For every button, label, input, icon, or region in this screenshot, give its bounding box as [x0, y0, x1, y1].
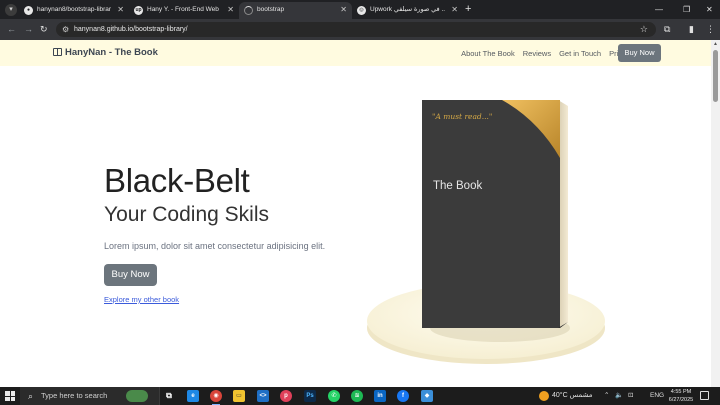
- app-icon[interactable]: p: [280, 390, 292, 402]
- tab-title: Hany Y. - Front-End Web Develo: [147, 2, 221, 18]
- hero-text: Lorem ipsum, dolor sit amet consectetur …: [104, 241, 325, 251]
- chrome-icon[interactable]: ◉: [210, 390, 222, 402]
- hero-title: Black-Belt: [104, 162, 250, 200]
- hero-buy-now-button[interactable]: Buy Now: [104, 264, 157, 286]
- new-tab-icon[interactable]: +: [465, 2, 471, 17]
- tab-search-icon[interactable]: ▾: [5, 4, 17, 16]
- chevron-up-icon[interactable]: ⌃: [604, 387, 609, 405]
- nav-link-about[interactable]: About The Book: [461, 49, 515, 58]
- notification-icon[interactable]: [700, 391, 709, 400]
- tab-strip: ▾ ● hanynan8/bootstrap-library: Bo ✕ up …: [0, 0, 720, 19]
- linkedin-icon[interactable]: in: [374, 390, 386, 402]
- reload-icon[interactable]: ↻: [40, 23, 48, 35]
- spotify-icon[interactable]: ≋: [351, 390, 363, 402]
- clock[interactable]: 4:55 PM 6/27/2025: [668, 388, 694, 404]
- weather-sun-icon[interactable]: [539, 391, 549, 401]
- nav-links: About The Book Reviews Get in Touch Pric…: [461, 40, 632, 66]
- clock-date: 6/27/2025: [668, 396, 694, 404]
- nav-buy-now-button[interactable]: Buy Now: [618, 44, 661, 62]
- news-widget-icon[interactable]: [126, 390, 148, 402]
- page-viewport: HanyNan - The Book About The Book Review…: [0, 40, 711, 387]
- tab-github[interactable]: ● hanynan8/bootstrap-library: Bo ✕: [19, 2, 129, 19]
- site-navbar: HanyNan - The Book About The Book Review…: [0, 40, 711, 66]
- taskbar-search-text: Type here to search: [41, 387, 107, 405]
- explore-other-book-link[interactable]: Explore my other book: [104, 295, 179, 304]
- nav-link-reviews[interactable]: Reviews: [523, 49, 551, 58]
- windows-start-icon[interactable]: [5, 391, 15, 401]
- clock-time: 4:55 PM: [668, 388, 694, 396]
- scroll-up-icon[interactable]: ▲: [713, 41, 718, 47]
- book-tagline: "A must read...": [432, 112, 492, 121]
- tab-chatgpt[interactable]: ◎ Upwork في صورة سيلفي ... ✕: [352, 2, 463, 19]
- close-icon[interactable]: ✕: [227, 2, 234, 18]
- close-icon[interactable]: ✕: [117, 2, 124, 18]
- file-explorer-icon[interactable]: ▭: [233, 390, 245, 402]
- whatsapp-icon[interactable]: ✆: [328, 390, 340, 402]
- tab-bootstrap[interactable]: bootstrap ✕: [239, 2, 352, 19]
- tab-title: hanynan8/bootstrap-library: Bo: [37, 2, 111, 18]
- back-icon[interactable]: ←: [7, 23, 16, 35]
- book-cover-image: [418, 98, 572, 330]
- forward-icon[interactable]: →: [24, 23, 33, 35]
- windows-taskbar: ⌕ Type here to search ⧉ e ◉ ▭ <> p Ps ✆ …: [0, 387, 720, 405]
- address-bar[interactable]: ⚙ hanynan8.github.io/bootstrap-library/ …: [56, 22, 656, 37]
- url-text: hanynan8.github.io/bootstrap-library/: [74, 22, 188, 37]
- menu-icon[interactable]: ⋮: [706, 23, 715, 35]
- scroll-thumb[interactable]: [713, 50, 718, 102]
- weather-text[interactable]: 40°C مشمس: [552, 387, 593, 405]
- tab-title: Upwork في صورة سيلفي ...: [370, 2, 445, 18]
- restore-icon[interactable]: ❐: [683, 2, 690, 17]
- hero-subtitle: Your Coding Skils: [104, 203, 269, 227]
- extensions-icon[interactable]: ⧉: [664, 23, 670, 35]
- volume-icon[interactable]: 🔈: [615, 387, 623, 405]
- site-info-icon[interactable]: ⚙: [62, 23, 69, 36]
- language-indicator[interactable]: ENG: [650, 387, 664, 405]
- app-icon[interactable]: ◆: [421, 390, 433, 402]
- vscode-icon[interactable]: <>: [257, 390, 269, 402]
- github-icon: ●: [24, 6, 33, 15]
- chatgpt-icon: ◎: [357, 6, 366, 15]
- close-icon[interactable]: ✕: [340, 2, 347, 18]
- close-icon[interactable]: ✕: [451, 2, 458, 18]
- profile-icon[interactable]: ▮: [689, 23, 694, 35]
- loading-icon: [244, 6, 253, 15]
- site-brand[interactable]: HanyNan - The Book: [53, 40, 158, 66]
- brand-text: HanyNan - The Book: [65, 47, 158, 58]
- browser-toolbar: ← → ↻ ⚙ hanynan8.github.io/bootstrap-lib…: [0, 19, 720, 40]
- upwork-icon: up: [134, 6, 143, 15]
- task-view-icon[interactable]: ⧉: [163, 390, 175, 402]
- page-scrollbar[interactable]: ▲: [711, 40, 720, 387]
- facebook-icon[interactable]: f: [397, 390, 409, 402]
- book-icon: [53, 48, 62, 56]
- window-close-icon[interactable]: ✕: [706, 2, 713, 17]
- network-icon[interactable]: ⊡: [628, 387, 633, 405]
- search-icon: ⌕: [28, 389, 33, 403]
- minimize-icon[interactable]: —: [655, 2, 663, 17]
- photoshop-icon[interactable]: Ps: [304, 390, 316, 402]
- tab-upwork[interactable]: up Hany Y. - Front-End Web Develo ✕: [129, 2, 239, 19]
- book-title: The Book: [433, 180, 482, 192]
- edge-icon[interactable]: e: [187, 390, 199, 402]
- tab-title: bootstrap: [257, 2, 334, 18]
- nav-link-contact[interactable]: Get in Touch: [559, 49, 601, 58]
- bookmark-star-icon[interactable]: ☆: [640, 22, 648, 37]
